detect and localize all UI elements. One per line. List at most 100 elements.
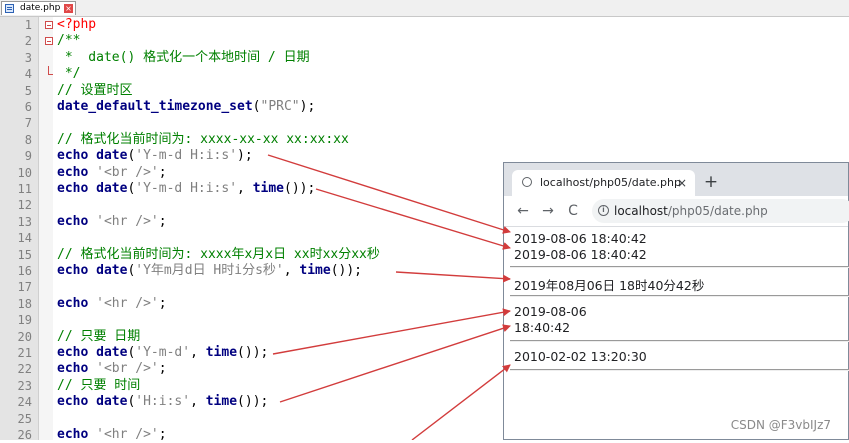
reload-button[interactable]: C [564,202,582,220]
line-number: 16 [17,264,32,278]
line-number: 11 [17,182,32,196]
code-text: date_default_timezone_set("PRC"); [57,99,315,115]
code-token: echo [57,263,97,278]
code-token: ); [299,99,316,114]
code-token: , [190,394,206,410]
code-token: // 格式化当前时间为: xxxx年x月x日 xx时xx分xx秒 [57,246,380,262]
code-token: ()); [284,181,316,196]
code-text: // 只要 日期 [57,329,140,345]
code-token: 'Y-m-d H:i:s' [135,181,238,196]
output-datetime-chinese: 2019年08月06日 18时40分42秒 [514,278,705,293]
back-button[interactable]: ← [514,202,532,220]
horizontal-rule [510,369,849,371]
browser-tab-strip: localhost/php05/date.php × + [504,163,848,196]
line-number: 2 [24,34,32,49]
globe-icon [522,177,532,187]
code-token: echo [57,295,97,311]
line-number: 4 [24,67,32,82]
code-token: date [96,148,128,164]
line-number: 22 [17,362,32,377]
url-path: /php05/date.php [667,204,768,218]
line-number: 18 [17,296,32,311]
code-token: '<hr />' [96,213,159,229]
line-number: 13 [17,214,32,229]
code-line: 3 * date() 格式化一个本地时间 / 日期 [0,50,849,66]
forward-button[interactable]: → [539,202,557,220]
code-line: 8 // 格式化当前时间为: xxxx-xx-xx xx:xx:xx [0,132,849,148]
editor-tab-date-php[interactable]: date.php × [1,1,76,15]
code-token: ; [158,164,167,180]
output-date: 2019-08-06 [514,304,587,319]
code-token: time [299,263,331,278]
code-token: , [190,345,206,360]
code-token: date [96,181,128,196]
code-text: echo date('Y-m-d H:i:s', time()); [57,181,315,197]
code-token: // 设置时区 [57,82,133,98]
browser-window: localhost/php05/date.php × + ← → C i loc… [503,162,849,440]
fold-toggle-icon[interactable] [45,37,53,46]
code-token: */ [57,66,81,82]
close-icon[interactable]: × [677,170,687,196]
code-text: echo '<hr />'; [57,427,167,443]
code-token: ; [158,213,167,229]
code-token: ()); [330,263,363,278]
line-number: 1 [24,18,32,32]
code-text: * date() 格式化一个本地时间 / 日期 [57,50,310,66]
code-text: echo '<hr />'; [57,296,167,312]
output-datetime-1: 2019-08-06 18:40:42 [514,231,647,246]
code-token: date_default_timezone_set [57,99,253,114]
code-token: echo [57,164,97,180]
code-token: echo [57,148,97,164]
fold-end-marker [48,66,53,76]
editor-tab-bar: date.php × [0,0,849,17]
code-text: echo '<br />'; [57,361,167,377]
code-text: // 只要 时间 [57,378,140,394]
line-number: 10 [17,165,32,180]
code-text: */ [57,66,81,82]
close-icon[interactable]: × [64,4,73,13]
code-token: , [237,181,253,196]
code-token: date [96,345,128,360]
line-number: 19 [17,313,32,328]
code-token: date [96,394,128,410]
line-number: 25 [17,411,32,426]
line-number: 23 [17,378,32,393]
browser-tab[interactable]: localhost/php05/date.php × [512,170,695,196]
code-token: echo [57,361,97,377]
watermark: CSDN @F3vbIJz7 [730,418,831,432]
code-text: echo '<hr />'; [57,214,167,230]
code-text: echo date('Y-m-d H:i:s'); [57,148,253,164]
code-text: echo date('Y-m-d', time()); [57,345,268,361]
code-token: // 只要 日期 [57,328,141,344]
new-tab-button[interactable]: + [700,172,722,194]
code-text: // 格式化当前时间为: xxxx-xx-xx xx:xx:xx [57,132,349,148]
line-number: 14 [17,231,32,246]
output-datetime-3: 2010-02-02 13:20:30 [514,349,647,364]
fold-toggle-icon[interactable] [45,21,53,29]
code-text: /** [57,33,80,49]
code-line: 2 /** [0,33,849,49]
line-number: 9 [24,149,32,164]
line-number: 15 [17,247,32,262]
code-token: echo [57,345,97,360]
code-token: ()); [237,345,269,360]
code-line: 6 date_default_timezone_set("PRC"); [0,99,849,115]
line-number: 17 [17,280,32,295]
output-time: 18:40:42 [514,320,571,335]
code-token: <?php [57,17,97,32]
code-text: echo date('Y年m月d日 H时i分s秒', time()); [57,263,362,279]
code-text: // 格式化当前时间为: xxxx年x月x日 xx时xx分xx秒 [57,247,380,263]
code-token: 'Y-m-d' [135,345,191,360]
code-token: '<hr />' [96,295,159,311]
code-token: 'Y年m月d日 H时i分s秒' [135,263,284,278]
code-token: time [205,345,238,360]
address-bar[interactable]: i localhost/php05/date.php [592,199,849,223]
code-line: 5 // 设置时区 [0,83,849,99]
code-text: <?php [57,17,96,33]
code-token: ; [158,295,167,311]
code-token: time [252,181,284,196]
info-icon[interactable]: i [598,205,609,216]
code-token: '<br />' [96,164,159,180]
code-text: echo date('H:i:s', time()); [57,394,268,410]
line-number: 24 [17,395,32,410]
